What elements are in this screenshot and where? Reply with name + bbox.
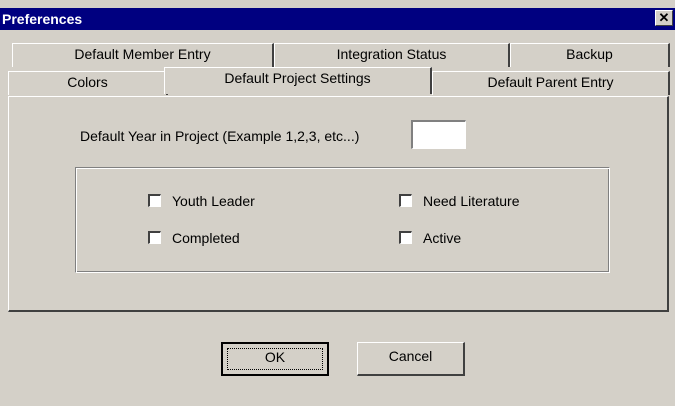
preferences-dialog: Preferences ✕ Default Member Entry Integ… — [0, 0, 675, 406]
window-title: Preferences — [2, 11, 83, 27]
checkbox-label: Active — [423, 230, 462, 246]
title-bar[interactable]: Preferences ✕ — [0, 8, 675, 30]
tab-label: Default Project Settings — [224, 70, 371, 86]
checkbox-square[interactable] — [399, 194, 412, 207]
cancel-button[interactable]: Cancel — [357, 342, 465, 376]
tab-colors[interactable]: Colors — [8, 71, 168, 95]
tab-label: Backup — [566, 46, 613, 62]
close-button[interactable]: ✕ — [655, 10, 673, 26]
tab-integration-status[interactable]: Integration Status — [274, 43, 510, 67]
close-icon: ✕ — [658, 10, 670, 25]
tab-default-project-settings[interactable]: Default Project Settings — [164, 67, 432, 94]
ok-label: OK — [264, 349, 286, 365]
checkbox-label: Youth Leader — [172, 193, 255, 209]
default-year-label: Default Year in Project (Example 1,2,3, … — [80, 128, 360, 144]
tab-label: Integration Status — [336, 46, 447, 62]
tab-default-parent-entry[interactable]: Default Parent Entry — [432, 71, 670, 95]
options-groupbox — [75, 167, 610, 273]
checkbox-square[interactable] — [148, 194, 161, 207]
tab-default-member-entry[interactable]: Default Member Entry — [12, 43, 274, 67]
tab-backup[interactable]: Backup — [510, 43, 670, 67]
tab-label: Default Parent Entry — [487, 74, 614, 90]
cancel-label: Cancel — [388, 348, 433, 364]
checkbox-label: Completed — [172, 230, 240, 246]
checkbox-square[interactable] — [148, 231, 161, 244]
checkbox-label: Need Literature — [423, 193, 520, 209]
tab-label: Colors — [67, 74, 108, 90]
ok-button[interactable]: OK — [221, 342, 329, 376]
checkbox-square[interactable] — [399, 231, 412, 244]
tab-label: Default Member Entry — [74, 46, 211, 62]
default-year-input[interactable] — [411, 120, 466, 149]
